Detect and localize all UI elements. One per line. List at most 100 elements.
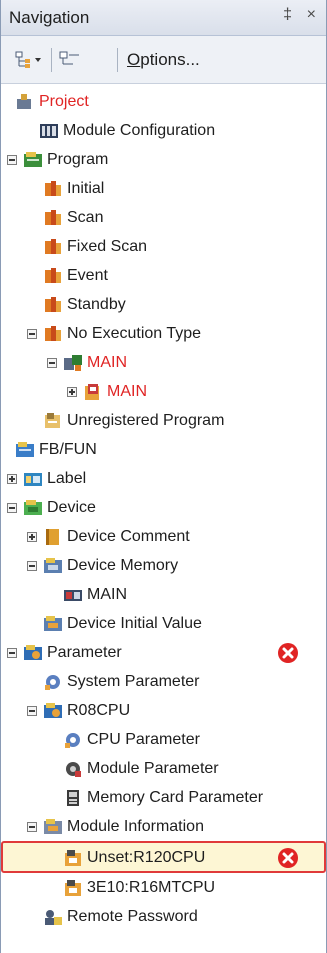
tree-item-main-block[interactable]: MAIN: [1, 349, 326, 378]
tree-item-label: 3E10:R16MTCPU: [87, 879, 216, 896]
tree-item-module-information[interactable]: Module Information: [1, 813, 326, 842]
tree-view-icon: [15, 51, 41, 68]
collapse-toggle[interactable]: [7, 155, 17, 165]
tree-item-standby[interactable]: Standby: [1, 291, 326, 320]
tree-item-device[interactable]: Device: [1, 494, 326, 523]
pane-title: Navigation: [9, 8, 90, 27]
tree-item-label: Remote Password: [67, 908, 198, 925]
tree-item-label: Program: [47, 151, 109, 168]
tree-item-unregistered-program[interactable]: Unregistered Program: [1, 407, 326, 436]
collapse-toggle[interactable]: [7, 503, 17, 513]
tree-item-device-memory[interactable]: Device Memory: [1, 552, 326, 581]
tree-item-module-parameter[interactable]: Module Parameter: [1, 755, 326, 784]
expand-toggle[interactable]: [67, 387, 77, 397]
tree-item-label: System Parameter: [67, 673, 200, 690]
tree-item-parameter[interactable]: Parameter: [1, 639, 326, 668]
tree-item-program[interactable]: Program: [1, 146, 326, 175]
navigation-toolbar: Options...: [1, 36, 326, 84]
tree-item-label: FB/FUN: [39, 441, 97, 458]
unregistered-program-icon: [45, 413, 60, 428]
tree-item-device-initial-value[interactable]: Device Initial Value: [1, 610, 326, 639]
memory-file-icon: [64, 590, 82, 601]
pin-icon[interactable]: ‡: [283, 6, 292, 24]
collapse-toggle[interactable]: [27, 822, 37, 832]
collapse-toggle[interactable]: [27, 706, 37, 716]
collapse-toggle[interactable]: [27, 329, 37, 339]
tree-item-label: MAIN: [87, 354, 127, 371]
tree-item-label: Standby: [67, 296, 126, 313]
tree-item-event[interactable]: Event: [1, 262, 326, 291]
tree-item-label: Device: [47, 499, 96, 516]
tree-item-label: Device Comment: [67, 528, 190, 545]
parameter-icon: [44, 703, 62, 718]
memory-card-icon: [67, 790, 79, 806]
module-parameter-icon: [66, 762, 81, 777]
book-icon: [46, 529, 59, 545]
tree-item-label: Device Memory: [67, 557, 179, 574]
tree-item-label: Memory Card Parameter: [87, 789, 264, 806]
project-icon: [17, 94, 31, 109]
options-button[interactable]: Options...: [127, 50, 200, 70]
error-icon: [278, 848, 298, 868]
program-type-icon: [45, 326, 61, 341]
program-type-icon: [45, 181, 61, 196]
tree-item-device-comment[interactable]: Device Comment: [1, 523, 326, 552]
tree-item-initial[interactable]: Initial: [1, 175, 326, 204]
tree-item-unset-r120cpu[interactable]: Unset:R120CPU: [1, 841, 326, 873]
module-info-icon: [44, 819, 62, 834]
module-icon: [65, 880, 81, 896]
tree-item-label: Parameter: [47, 644, 122, 661]
tree-item-memory-main[interactable]: MAIN: [1, 581, 326, 610]
expand-toggle[interactable]: [27, 532, 37, 542]
program-icon: [24, 152, 42, 167]
tree-item-label: Label: [47, 470, 87, 487]
tree-item-no-execution-type[interactable]: No Execution Type: [1, 320, 326, 349]
tree-item-module-configuration[interactable]: Module Configuration: [1, 117, 326, 146]
tree-item-label: Module Parameter: [87, 760, 219, 777]
tree-item-fixed-scan[interactable]: Fixed Scan: [1, 233, 326, 262]
tree-item-remote-password[interactable]: Remote Password: [1, 903, 326, 932]
tree-item-scan[interactable]: Scan: [1, 204, 326, 233]
navigation-pane: Navigation ‡ × Options... Project Module…: [0, 0, 327, 953]
collapse-toggle[interactable]: [7, 648, 17, 658]
project-tree: Project Module Configuration Program Ini…: [1, 84, 326, 953]
tree-item-label: Unregistered Program: [67, 412, 225, 429]
tree-item-label: No Execution Type: [67, 325, 202, 342]
program-file-icon: [85, 384, 99, 400]
collapse-toggle[interactable]: [47, 358, 57, 368]
collapse-button[interactable]: [59, 48, 81, 72]
tree-item-label: Scan: [67, 209, 104, 226]
parameter-icon: [24, 645, 42, 660]
program-type-icon: [45, 210, 61, 225]
program-type-icon: [45, 297, 61, 312]
label-icon: [24, 473, 42, 486]
error-icon: [278, 643, 298, 663]
tree-item-label: MAIN: [87, 586, 127, 603]
tree-item-cpu-parameter[interactable]: CPU Parameter: [1, 726, 326, 755]
remote-password-icon: [45, 910, 62, 925]
tree-item-memory-card-parameter[interactable]: Memory Card Parameter: [1, 784, 326, 813]
tree-item-r08cpu[interactable]: R08CPU: [1, 697, 326, 726]
tree-item-label: Module Configuration: [63, 122, 216, 139]
tree-item-label-node[interactable]: Label: [1, 465, 326, 494]
tree-item-fb-fun[interactable]: FB/FUN: [1, 436, 326, 465]
tree-item-label: Unset:R120CPU: [87, 849, 206, 866]
tree-item-system-parameter[interactable]: System Parameter: [1, 668, 326, 697]
tree-item-project[interactable]: Project: [1, 88, 326, 117]
view-mode-button[interactable]: [15, 48, 43, 72]
fb-fun-icon: [16, 442, 34, 457]
expand-toggle[interactable]: [7, 474, 17, 484]
gear-icon: [45, 675, 60, 690]
tree-item-main-file[interactable]: MAIN: [1, 378, 326, 407]
program-block-icon: [64, 355, 82, 371]
close-icon[interactable]: ×: [307, 6, 316, 24]
tree-item-label: Module Information: [67, 818, 204, 835]
device-icon: [24, 500, 42, 515]
program-type-icon: [45, 268, 61, 283]
tree-item-label: Device Initial Value: [67, 615, 202, 632]
collapse-toggle[interactable]: [27, 561, 37, 571]
tree-item-3e10-r16mtcpu[interactable]: 3E10:R16MTCPU: [1, 874, 326, 903]
tree-item-label: Project: [39, 93, 89, 110]
pane-title-bar[interactable]: Navigation ‡ ×: [1, 0, 326, 36]
tree-item-label: Fixed Scan: [67, 238, 148, 255]
